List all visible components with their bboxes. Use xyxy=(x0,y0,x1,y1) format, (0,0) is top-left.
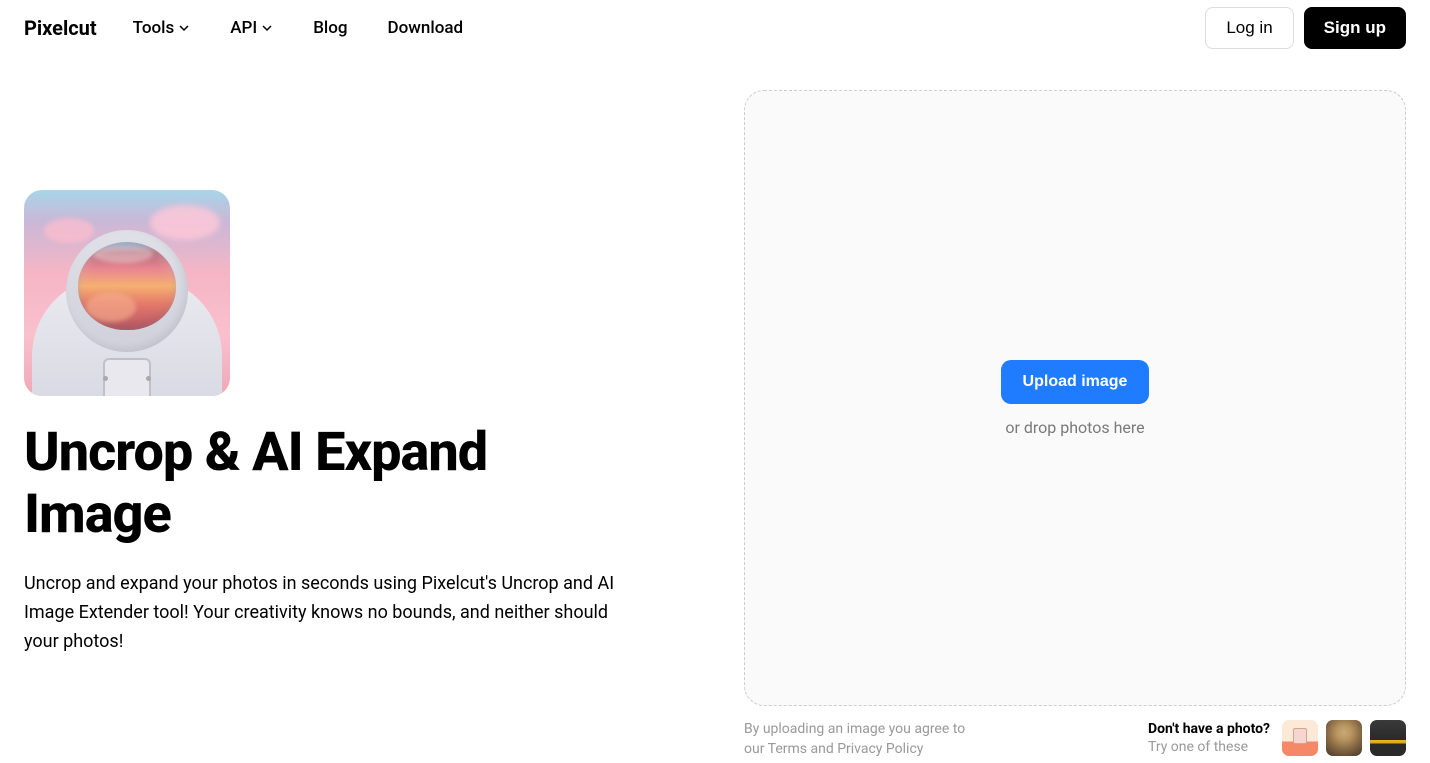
signup-button[interactable]: Sign up xyxy=(1304,7,1406,49)
nav-item-label: Tools xyxy=(133,18,175,38)
samples-subtitle: Try one of these xyxy=(1148,738,1270,756)
sample-thumb-dog[interactable] xyxy=(1326,720,1362,756)
nav-right: Log in Sign up xyxy=(1205,7,1406,49)
nav-item-label: Download xyxy=(388,18,464,38)
chevron-down-icon xyxy=(178,22,190,34)
nav-item-blog[interactable]: Blog xyxy=(313,18,347,38)
main: Uncrop & AI Expand Image Uncrop and expa… xyxy=(0,56,1430,759)
samples-question: Don't have a photo? xyxy=(1148,720,1270,738)
navbar: Pixelcut Tools API Blog Download Log in … xyxy=(0,0,1430,56)
dropzone[interactable]: Upload image or drop photos here xyxy=(744,90,1406,706)
sample-thumb-perfume[interactable] xyxy=(1282,720,1318,756)
hero-section: Uncrop & AI Expand Image Uncrop and expa… xyxy=(24,90,644,759)
nav-item-label: Blog xyxy=(313,18,347,38)
upload-section: Upload image or drop photos here By uplo… xyxy=(744,90,1406,759)
logo[interactable]: Pixelcut xyxy=(24,16,97,40)
page-title: Uncrop & AI Expand Image xyxy=(24,422,644,546)
page-description: Uncrop and expand your photos in seconds… xyxy=(24,570,624,656)
login-button[interactable]: Log in xyxy=(1205,7,1293,49)
nav-item-tools[interactable]: Tools xyxy=(133,18,191,38)
privacy-link[interactable]: Privacy Policy xyxy=(837,741,923,757)
upload-button[interactable]: Upload image xyxy=(1001,360,1150,404)
nav-links: Tools API Blog Download xyxy=(133,18,1206,38)
upload-footer: By uploading an image you agree to our T… xyxy=(744,720,1406,759)
sample-thumbs xyxy=(1282,720,1406,756)
chevron-down-icon xyxy=(261,22,273,34)
drop-text: or drop photos here xyxy=(1005,418,1144,437)
terms-link[interactable]: Terms xyxy=(768,741,807,757)
nav-item-api[interactable]: API xyxy=(230,18,273,38)
hero-image-astronaut xyxy=(24,190,230,396)
nav-item-download[interactable]: Download xyxy=(388,18,464,38)
samples-text: Don't have a photo? Try one of these xyxy=(1148,720,1270,756)
nav-item-label: API xyxy=(230,18,257,38)
sample-thumb-car[interactable] xyxy=(1370,720,1406,756)
samples: Don't have a photo? Try one of these xyxy=(1148,720,1406,756)
terms-text: By uploading an image you agree to our T… xyxy=(744,720,974,759)
